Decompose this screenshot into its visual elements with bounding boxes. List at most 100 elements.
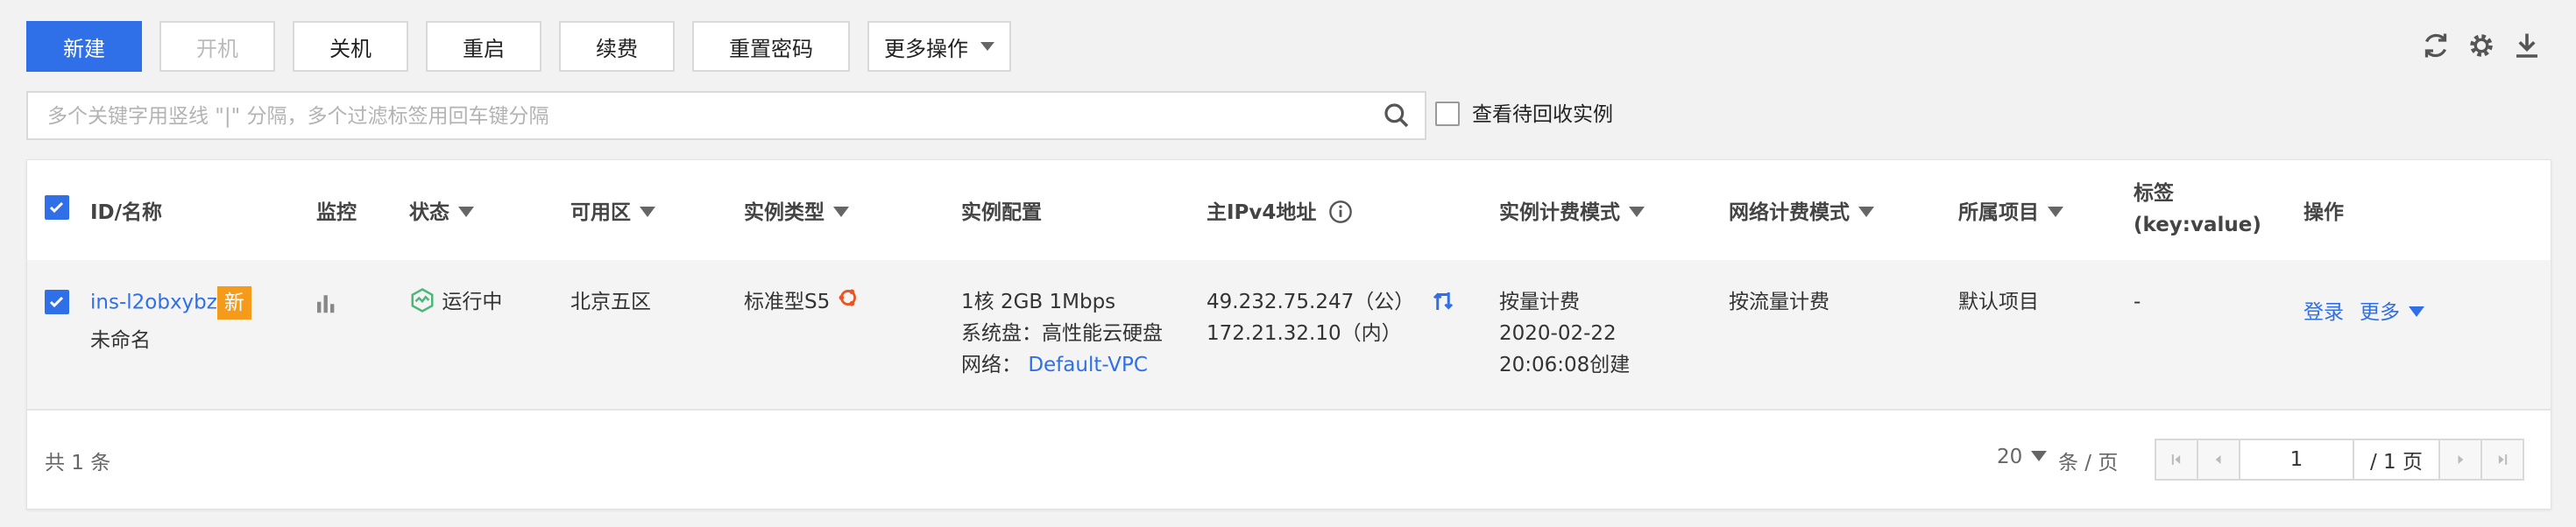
chevron-down-icon: [2031, 450, 2048, 461]
info-icon[interactable]: [1328, 200, 1353, 224]
filter-icon[interactable]: [640, 206, 655, 217]
more-link-label: 更多: [2360, 301, 2400, 324]
next-page-icon: [2458, 455, 2464, 464]
header-network-billing-label: 网络计费模式: [1729, 201, 1850, 224]
recycle-checkbox[interactable]: [1435, 102, 1460, 126]
total-pages-label: / 1 页: [2369, 451, 2423, 474]
filter-icon[interactable]: [833, 206, 849, 217]
header-ipv4-label: 主IPv4地址: [1207, 201, 1317, 224]
zone-cell: 北京五区: [570, 291, 651, 313]
header-tags-line1: 标签: [2134, 182, 2174, 205]
billing-line2: 2020-02-22: [1499, 322, 1617, 345]
instance-id-cell: ins-l2obxybz 新: [90, 286, 251, 320]
more-actions-link[interactable]: 更多: [2360, 297, 2424, 328]
header-billing-mode[interactable]: 实例计费模式: [1499, 195, 1645, 225]
filter-icon[interactable]: [1858, 206, 1874, 217]
header-zone-label: 可用区: [570, 201, 631, 224]
more-actions-dropdown[interactable]: 更多操作: [867, 21, 1011, 72]
new-badge: 新: [216, 286, 251, 320]
config-line1: 1核 2GB 1Mbps: [961, 291, 1116, 313]
create-button[interactable]: 新建: [26, 21, 142, 72]
search-box: [26, 91, 1426, 140]
power-on-button: 开机: [159, 21, 275, 72]
header-network-billing[interactable]: 网络计费模式: [1729, 195, 1874, 225]
page-number-input-box: 1: [2239, 439, 2354, 481]
header-tags-line2: (key:value): [2134, 214, 2261, 236]
header-config: 实例配置: [961, 201, 1042, 224]
gear-icon[interactable]: [2466, 30, 2497, 61]
config-network: 网络： Default-VPC: [961, 349, 1148, 381]
header-instance-type-label: 实例类型: [744, 201, 824, 224]
header-project-label: 所属项目: [1958, 201, 2039, 224]
billing-line1: 按量计费: [1499, 291, 1580, 313]
filter-icon[interactable]: [1629, 206, 1645, 217]
config-network-label: 网络：: [961, 354, 1022, 376]
search-input[interactable]: [46, 93, 1363, 140]
project-cell: 默认项目: [1958, 291, 2039, 313]
total-pages-box: / 1 页: [2353, 439, 2440, 481]
tags-cell: -: [2134, 291, 2141, 313]
header-instance-type[interactable]: 实例类型: [744, 195, 849, 225]
table-row: ins-l2obxybz 新 未命名 运行中 北京五区 标准型S5 1核 2GB …: [27, 260, 2551, 411]
search-icon[interactable]: [1383, 102, 1411, 130]
first-page-button[interactable]: [2155, 439, 2198, 481]
instance-type-text: 标准型S5: [744, 291, 831, 313]
prev-page-button[interactable]: [2197, 439, 2240, 481]
instance-id-link[interactable]: ins-l2obxybz: [90, 292, 217, 314]
page-number-input[interactable]: 1: [2290, 448, 2304, 471]
chevron-down-icon: [980, 42, 994, 51]
ip-private: 172.21.32.10（内）: [1207, 322, 1402, 345]
status-text: 运行中: [442, 291, 503, 313]
reset-password-button[interactable]: 重置密码: [692, 21, 850, 72]
row-checkbox[interactable]: [45, 290, 69, 314]
chevron-down-icon: [2409, 306, 2424, 317]
billing-line3: 20:06:08创建: [1499, 354, 1631, 376]
login-link[interactable]: 登录: [2304, 297, 2344, 328]
header-status-label: 状态: [409, 201, 449, 224]
header-tags: 标签 (key:value): [2134, 178, 2261, 241]
header-id-name: ID/名称: [90, 201, 163, 224]
ubuntu-os-icon: [839, 288, 856, 306]
total-count: 共 1 条: [45, 452, 111, 474]
header-project[interactable]: 所属项目: [1958, 195, 2063, 225]
header-zone[interactable]: 可用区: [570, 195, 655, 225]
power-off-button[interactable]: 关机: [293, 21, 408, 72]
recycle-checkbox-label[interactable]: 查看待回收实例: [1472, 102, 1613, 128]
restart-button[interactable]: 重启: [426, 21, 541, 72]
instance-type-cell: 标准型S5: [744, 286, 860, 318]
header-status[interactable]: 状态: [409, 195, 474, 225]
next-page-button[interactable]: [2438, 439, 2482, 481]
last-page-icon: [2498, 454, 2508, 465]
instance-name: 未命名: [90, 329, 151, 352]
header-monitor: 监控: [316, 201, 357, 224]
per-page-label: 条 / 页: [2058, 452, 2119, 474]
select-all-checkbox[interactable]: [45, 195, 69, 220]
refresh-icon[interactable]: [2420, 30, 2452, 61]
prev-page-icon: [2215, 455, 2221, 464]
config-line2: 系统盘：高性能云硬盘: [961, 322, 1163, 345]
filter-icon[interactable]: [2048, 206, 2063, 217]
header-billing-mode-label: 实例计费模式: [1499, 201, 1620, 224]
ip-switch-icon[interactable]: [1430, 288, 1456, 314]
check-icon: [49, 201, 64, 214]
last-page-button[interactable]: [2480, 439, 2524, 481]
table-header: ID/名称 监控 状态 可用区 实例类型 实例配置 主IPv4地址 实例计费模式…: [27, 160, 2551, 262]
status-cell: 运行中: [409, 286, 502, 318]
page-size-value: 20: [1997, 446, 2023, 468]
network-billing-cell: 按流量计费: [1729, 291, 1829, 313]
running-status-icon: [411, 287, 434, 313]
download-icon[interactable]: [2511, 30, 2543, 61]
first-page-icon: [2171, 454, 2181, 465]
header-ipv4: 主IPv4地址: [1207, 195, 1353, 226]
table-footer: 共 1 条 20 条 / 页 1 / 1 页: [27, 411, 2551, 509]
page-size-select[interactable]: 20: [1997, 446, 2048, 468]
ip-public-text: 49.232.75.247（公）: [1207, 291, 1415, 313]
ip-public: 49.232.75.247（公）: [1207, 286, 1456, 318]
check-icon: [49, 296, 64, 308]
vpc-link[interactable]: Default-VPC: [1028, 354, 1148, 376]
monitor-chart-icon[interactable]: [313, 290, 339, 316]
more-actions-label: 更多操作: [884, 36, 968, 61]
instance-table: ID/名称 监控 状态 可用区 实例类型 实例配置 主IPv4地址 实例计费模式…: [26, 159, 2551, 509]
renew-button[interactable]: 续费: [559, 21, 675, 72]
filter-icon[interactable]: [458, 206, 474, 217]
